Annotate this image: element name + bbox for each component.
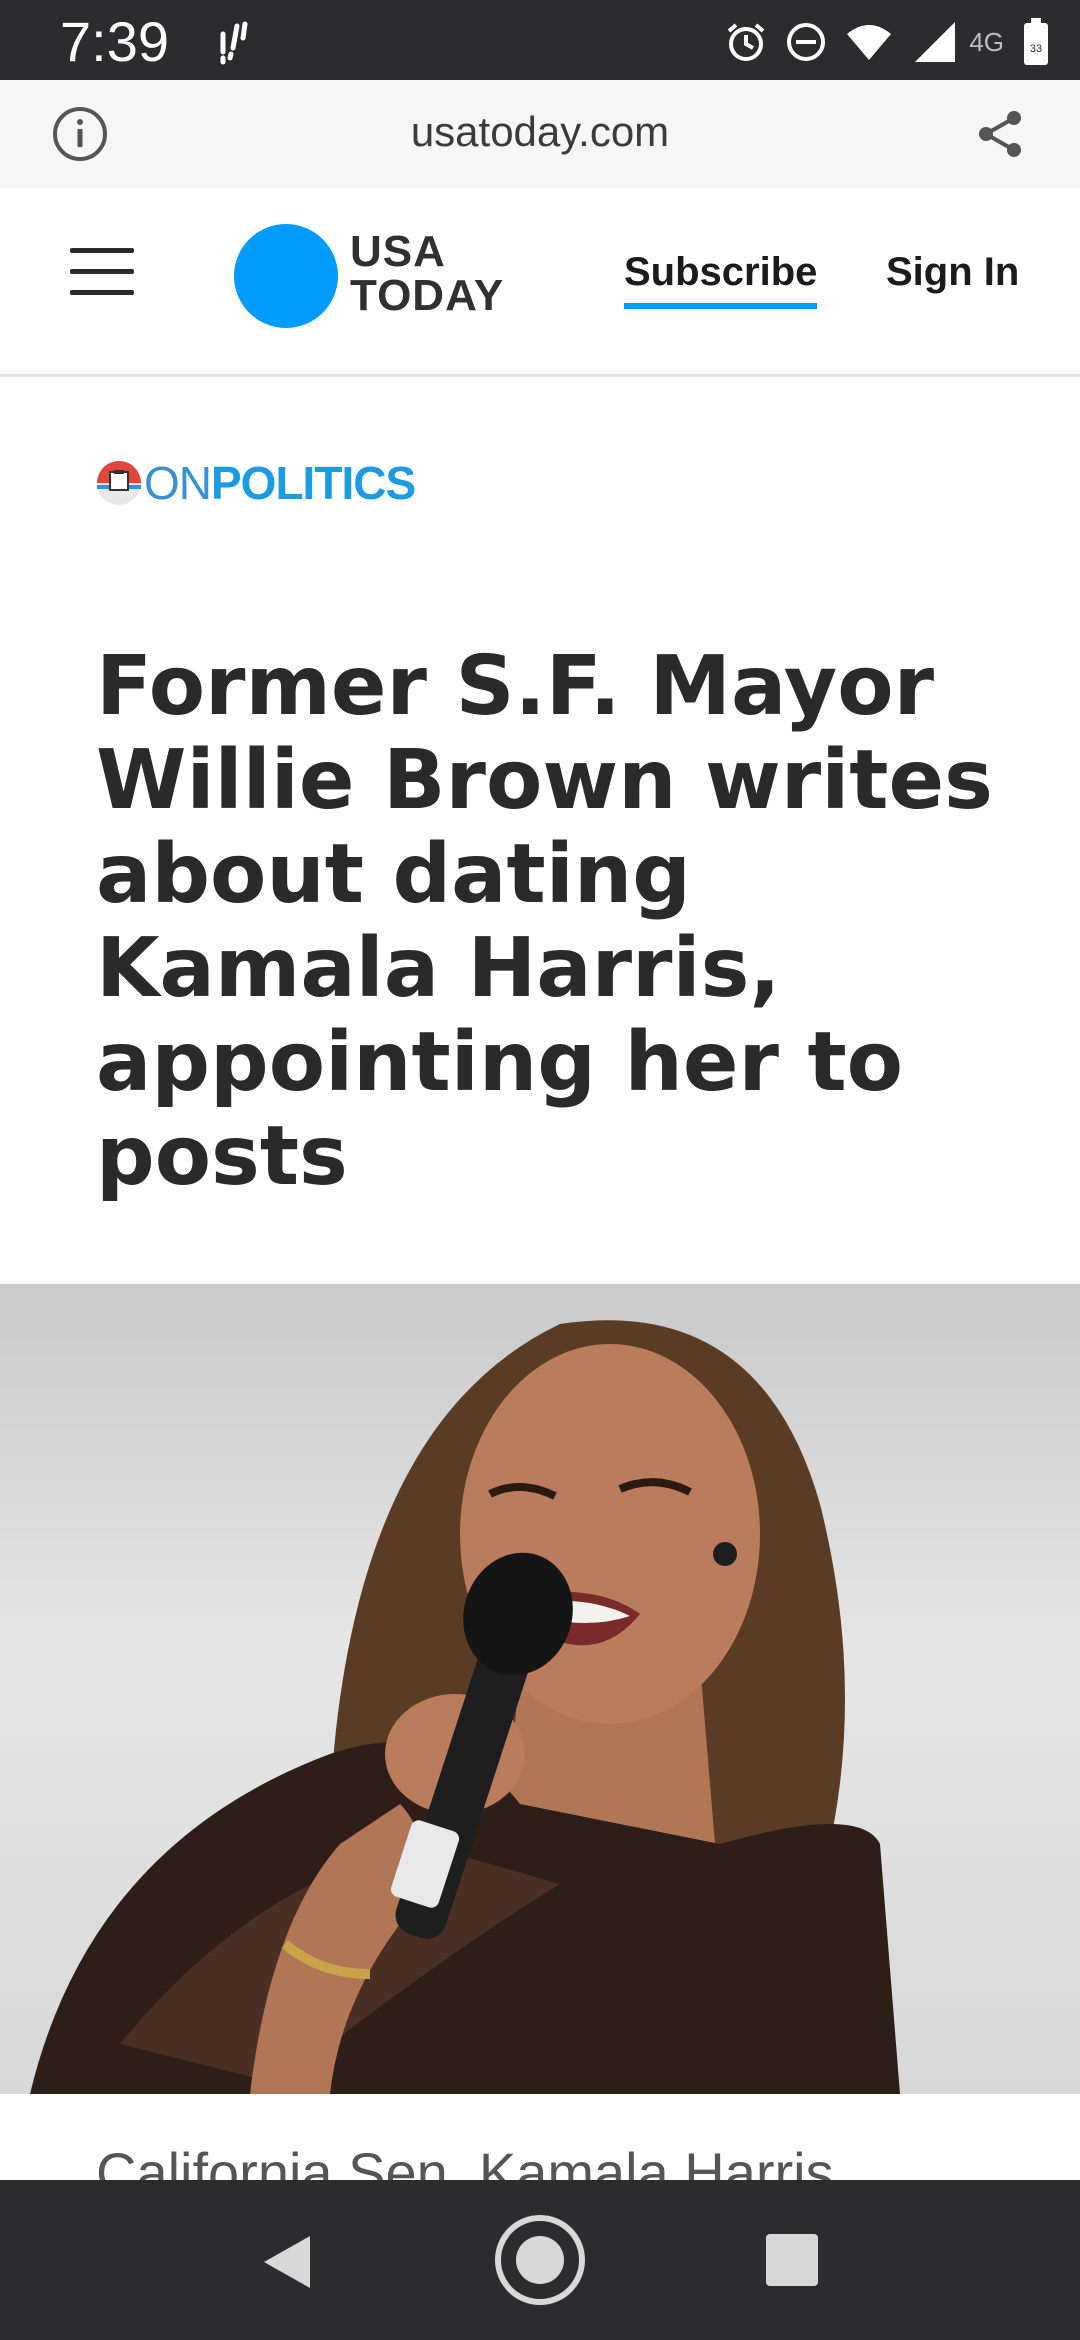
sign-in-link[interactable]: Sign In: [886, 250, 1019, 295]
hamburger-menu-icon[interactable]: [70, 248, 134, 302]
url-text[interactable]: usatoday.com: [0, 108, 1080, 156]
recent-apps-icon[interactable]: [766, 2234, 818, 2286]
notification-icon: [220, 21, 248, 65]
status-bar: 7:39 4G 33: [0, 0, 1080, 80]
status-icons: 4G 33: [725, 12, 1050, 72]
back-icon[interactable]: [258, 2232, 314, 2292]
section-on-label: ON: [144, 457, 212, 509]
status-time: 7:39: [60, 10, 169, 73]
alarm-icon: [728, 23, 765, 61]
home-icon[interactable]: [492, 2212, 588, 2308]
article-headline: Former S.F. Mayor Willie Brown writes ab…: [96, 639, 993, 1204]
share-icon[interactable]: [970, 104, 1030, 164]
logo-line-1: USA: [350, 227, 446, 276]
system-navigation-bar: [0, 2180, 1080, 2340]
site-header: USA TODAY Subscribe Sign In: [0, 188, 1080, 377]
do-not-disturb-icon: [787, 23, 826, 61]
ballot-box-icon: [97, 461, 141, 505]
logo-line-2: TODAY: [350, 271, 505, 320]
section-politics-label: POLITICS: [211, 457, 416, 509]
network-type: 4G: [969, 26, 1004, 57]
usa-today-logo-dot[interactable]: [234, 224, 338, 328]
signal-icon: [915, 22, 956, 62]
hero-photo-illustration: [30, 1320, 900, 2094]
article-hero-image[interactable]: [0, 1284, 1080, 2094]
battery-icon: 33: [1024, 18, 1048, 65]
browser-address-bar[interactable]: usatoday.com: [0, 80, 1080, 189]
usa-today-logo-text[interactable]: USA TODAY: [350, 230, 504, 318]
wifi-icon: [847, 25, 892, 60]
subscribe-link[interactable]: Subscribe: [624, 250, 818, 309]
battery-level: 33: [1030, 43, 1042, 55]
section-tag-onpolitics[interactable]: ON POLITICS: [96, 456, 416, 510]
